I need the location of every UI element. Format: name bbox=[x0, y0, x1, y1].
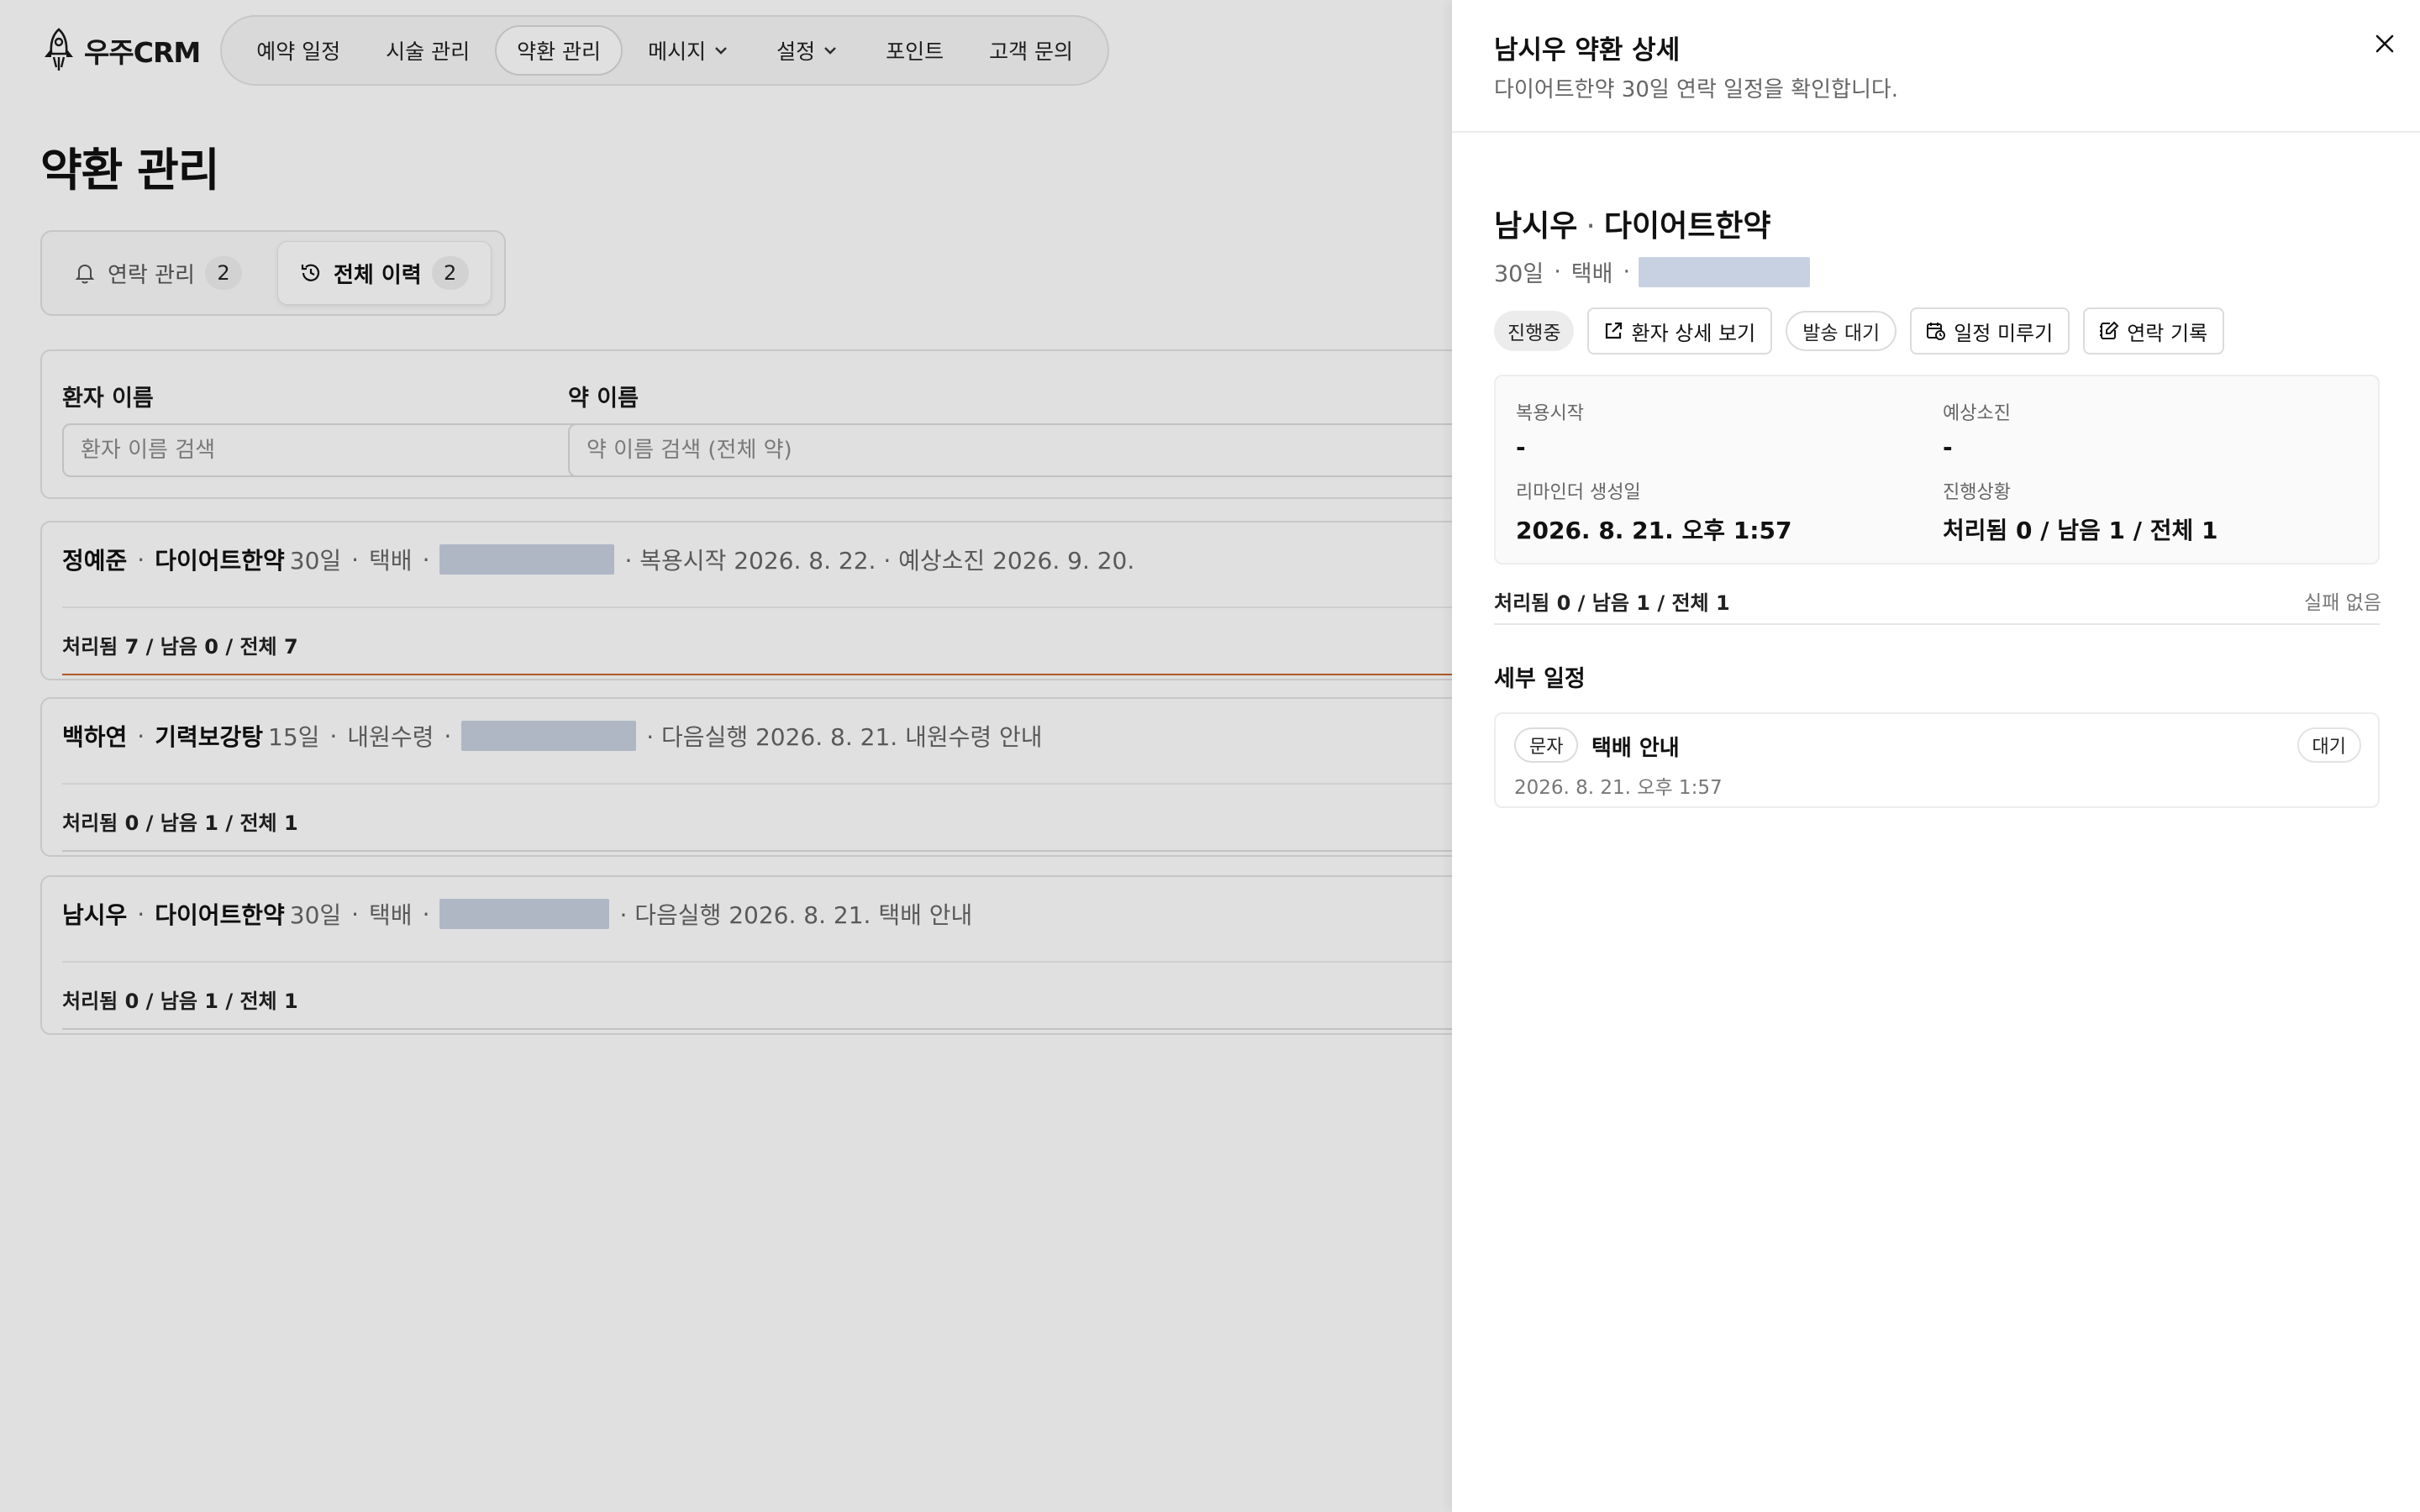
drawer-title: 남시우 약환 상세 bbox=[1494, 35, 1681, 66]
schedule-item[interactable]: 문자 택배 안내 2026. 8. 21. 오후 1:57 대기 bbox=[1494, 712, 2380, 808]
view-patient-button[interactable]: 환자 상세 보기 bbox=[1587, 307, 1773, 354]
progress-bar bbox=[1494, 623, 2380, 625]
schedule-datetime: 2026. 8. 21. 오후 1:57 bbox=[1514, 777, 1723, 799]
section-title: 세부 일정 bbox=[1494, 666, 1586, 692]
end-date-value: - bbox=[1943, 433, 1953, 461]
start-date-value: - bbox=[1516, 433, 1526, 461]
failure-status: 실패 없음 bbox=[2304, 592, 2381, 614]
drawer-subtitle: 다이어트한약 30일 연락 일정을 확인합니다. bbox=[1494, 77, 1899, 102]
patient-name: 남시우 bbox=[1494, 209, 1578, 244]
progress-text: 처리됨 0 / 남음 1 / 전체 1 bbox=[1494, 591, 1730, 615]
detail-drawer: 남시우 약환 상세 다이어트한약 30일 연락 일정을 확인합니다. 남시우 · 다… bbox=[1452, 0, 2420, 1512]
separator: · bbox=[1623, 259, 1631, 285]
days: 30일 bbox=[1494, 261, 1544, 287]
calendar-clock-icon bbox=[1927, 323, 1946, 340]
created-date-value: 2026. 8. 21. 오후 1:57 bbox=[1516, 517, 1792, 544]
button-label: 연락 기록 bbox=[2127, 321, 2208, 345]
modal-backdrop[interactable] bbox=[0, 0, 1452, 1512]
delivery-method: 택배 bbox=[1570, 261, 1613, 287]
separator: · bbox=[1586, 209, 1596, 244]
contact-log-button[interactable]: 연락 기록 bbox=[2083, 307, 2225, 354]
external-link-icon bbox=[1606, 322, 1623, 339]
status-badge: 대기 bbox=[2296, 727, 2361, 763]
drug-name: 다이어트한약 bbox=[1603, 209, 1771, 244]
close-icon bbox=[2375, 34, 2394, 53]
button-label: 환자 상세 보기 bbox=[1631, 321, 1756, 345]
progress-value: 처리됨 0 / 남음 1 / 전체 1 bbox=[1943, 517, 2218, 544]
edit-note-icon bbox=[2100, 321, 2119, 339]
channel-badge: 문자 bbox=[1514, 727, 1579, 763]
divider bbox=[1452, 131, 2420, 133]
button-label: 일정 미루기 bbox=[1954, 321, 2054, 345]
end-date-label: 예상소진 bbox=[1943, 403, 2011, 424]
created-date-label: 리마인더 생성일 bbox=[1516, 482, 1641, 503]
separator: · bbox=[1554, 259, 1561, 285]
progress-label: 진행상황 bbox=[1943, 482, 2011, 503]
detail-heading: 남시우 · 다이어트한약 bbox=[1494, 202, 1771, 245]
send-status-badge: 발송 대기 bbox=[1786, 311, 1897, 351]
start-date-label: 복용시작 bbox=[1516, 403, 1584, 424]
postpone-schedule-button[interactable]: 일정 미루기 bbox=[1910, 307, 2070, 354]
info-summary: 복용시작 - 예상소진 - 리마인더 생성일 2026. 8. 21. 오후 1… bbox=[1494, 375, 2380, 564]
status-badge: 진행중 bbox=[1494, 311, 1575, 351]
close-button[interactable] bbox=[2365, 24, 2405, 64]
action-bar: 진행중 환자 상세 보기 발송 대기 일정 미루기 연락 기록 bbox=[1494, 307, 2225, 354]
detail-meta: 30일 · 택배 · bbox=[1494, 255, 1811, 288]
schedule-title: 택배 안내 bbox=[1591, 736, 1680, 761]
redacted-phone bbox=[1639, 256, 1811, 287]
